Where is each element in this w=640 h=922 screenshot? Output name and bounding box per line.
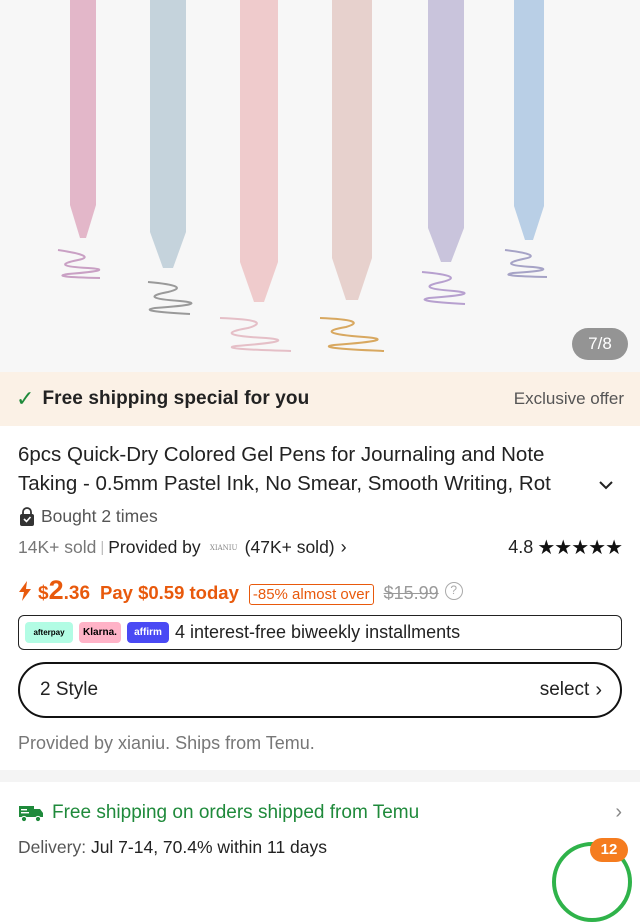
chevron-right-icon: › bbox=[615, 801, 622, 823]
separator: | bbox=[100, 539, 105, 556]
seller-note: Provided by xianiu. Ships from Temu. bbox=[18, 733, 315, 753]
product-title-line1: 6pcs Quick-Dry Colored Gel Pens for Jour… bbox=[18, 443, 545, 466]
product-image-gallery[interactable]: 7/8 bbox=[0, 0, 640, 372]
style-count: 2 Style bbox=[40, 679, 99, 700]
rating-value: 4.8 bbox=[508, 537, 534, 557]
image-counter: 7/8 bbox=[572, 328, 628, 360]
truck-icon bbox=[19, 805, 43, 822]
affirm-logo: affirm bbox=[127, 622, 169, 643]
provided-by-label[interactable]: Provided by bbox=[108, 537, 200, 558]
delivery-label: Delivery: bbox=[18, 837, 87, 857]
exclusive-offer-label: Exclusive offer bbox=[513, 389, 624, 408]
store-logo[interactable]: XIANIU bbox=[209, 541, 239, 555]
star-icon: ★ bbox=[537, 536, 555, 559]
rating[interactable]: 4.8 ★ ★ ★ ★ ★ bbox=[508, 536, 623, 559]
check-icon: ✓ bbox=[16, 386, 35, 411]
klarna-logo: Klarna. bbox=[79, 622, 121, 643]
price-currency: $ bbox=[38, 583, 49, 604]
free-shipping-orders-text: Free shipping on orders shipped from Tem… bbox=[52, 801, 420, 823]
chevron-right-icon: › bbox=[595, 678, 602, 701]
installments-text: 4 interest-free biweekly installments bbox=[175, 622, 461, 642]
sale-price: $2.36 bbox=[38, 575, 90, 606]
pen-pink bbox=[57, 0, 101, 279]
select-label: select bbox=[539, 679, 590, 700]
pay-today-text: Pay $0.59 today bbox=[100, 582, 239, 603]
star-icon: ★ bbox=[605, 536, 623, 559]
store-sold-count[interactable]: (47K+ sold) bbox=[245, 537, 335, 558]
pen-lightpink bbox=[219, 0, 292, 352]
pen-bluegrey bbox=[147, 0, 193, 315]
chevron-down-icon[interactable] bbox=[596, 475, 616, 495]
product-title: 6pcs Quick-Dry Colored Gel Pens for Jour… bbox=[18, 440, 598, 498]
sold-count: 14K+ sold bbox=[18, 537, 97, 557]
star-rating: ★ ★ ★ ★ ★ bbox=[537, 536, 623, 559]
delivery-value: Jul 7-14, 70.4% within 11 days bbox=[90, 837, 328, 857]
free-shipping-text: Free shipping special for you bbox=[42, 388, 310, 409]
afterpay-logo: afterpay bbox=[25, 622, 73, 643]
cart-count-badge: 12 bbox=[590, 838, 628, 862]
shipping-row[interactable]: Free shipping on orders shipped from Tem… bbox=[18, 801, 622, 824]
bought-text: Bought 2 times bbox=[41, 506, 158, 526]
purchase-history: Bought 2 times bbox=[18, 506, 158, 527]
shopping-bag-icon bbox=[20, 506, 34, 526]
installments-banner[interactable]: afterpay Klarna. affirm 4 interest-free … bbox=[18, 615, 622, 650]
price-decimal: .36 bbox=[63, 583, 91, 604]
sales-row: 14K+ sold | Provided by XIANIU (47K+ sol… bbox=[18, 536, 623, 559]
pen-skyblue bbox=[504, 0, 548, 278]
lightning-icon bbox=[19, 580, 31, 601]
free-shipping-banner[interactable]: ✓ Free shipping special for you Exclusiv… bbox=[0, 372, 640, 426]
chevron-right-icon[interactable]: › bbox=[341, 537, 347, 558]
section-divider bbox=[0, 770, 640, 782]
star-icon: ★ bbox=[588, 536, 606, 559]
pens-illustration bbox=[57, 0, 548, 352]
price-integer: 2 bbox=[48, 575, 64, 605]
product-title-line2: Taking - 0.5mm Pastel Ink, No Smear, Smo… bbox=[18, 472, 551, 495]
pen-lavender bbox=[421, 0, 466, 305]
original-price: $15.99 bbox=[383, 583, 439, 603]
star-icon: ★ bbox=[571, 536, 589, 559]
discount-badge: -85% almost over bbox=[248, 584, 374, 605]
star-icon: ★ bbox=[554, 536, 572, 559]
pen-beige bbox=[319, 0, 385, 352]
style-selector[interactable]: 2 Style select › bbox=[18, 662, 622, 718]
help-icon[interactable]: ? bbox=[444, 581, 463, 600]
price-row: $2.36 Pay $0.59 today -85% almost over $… bbox=[18, 575, 463, 606]
